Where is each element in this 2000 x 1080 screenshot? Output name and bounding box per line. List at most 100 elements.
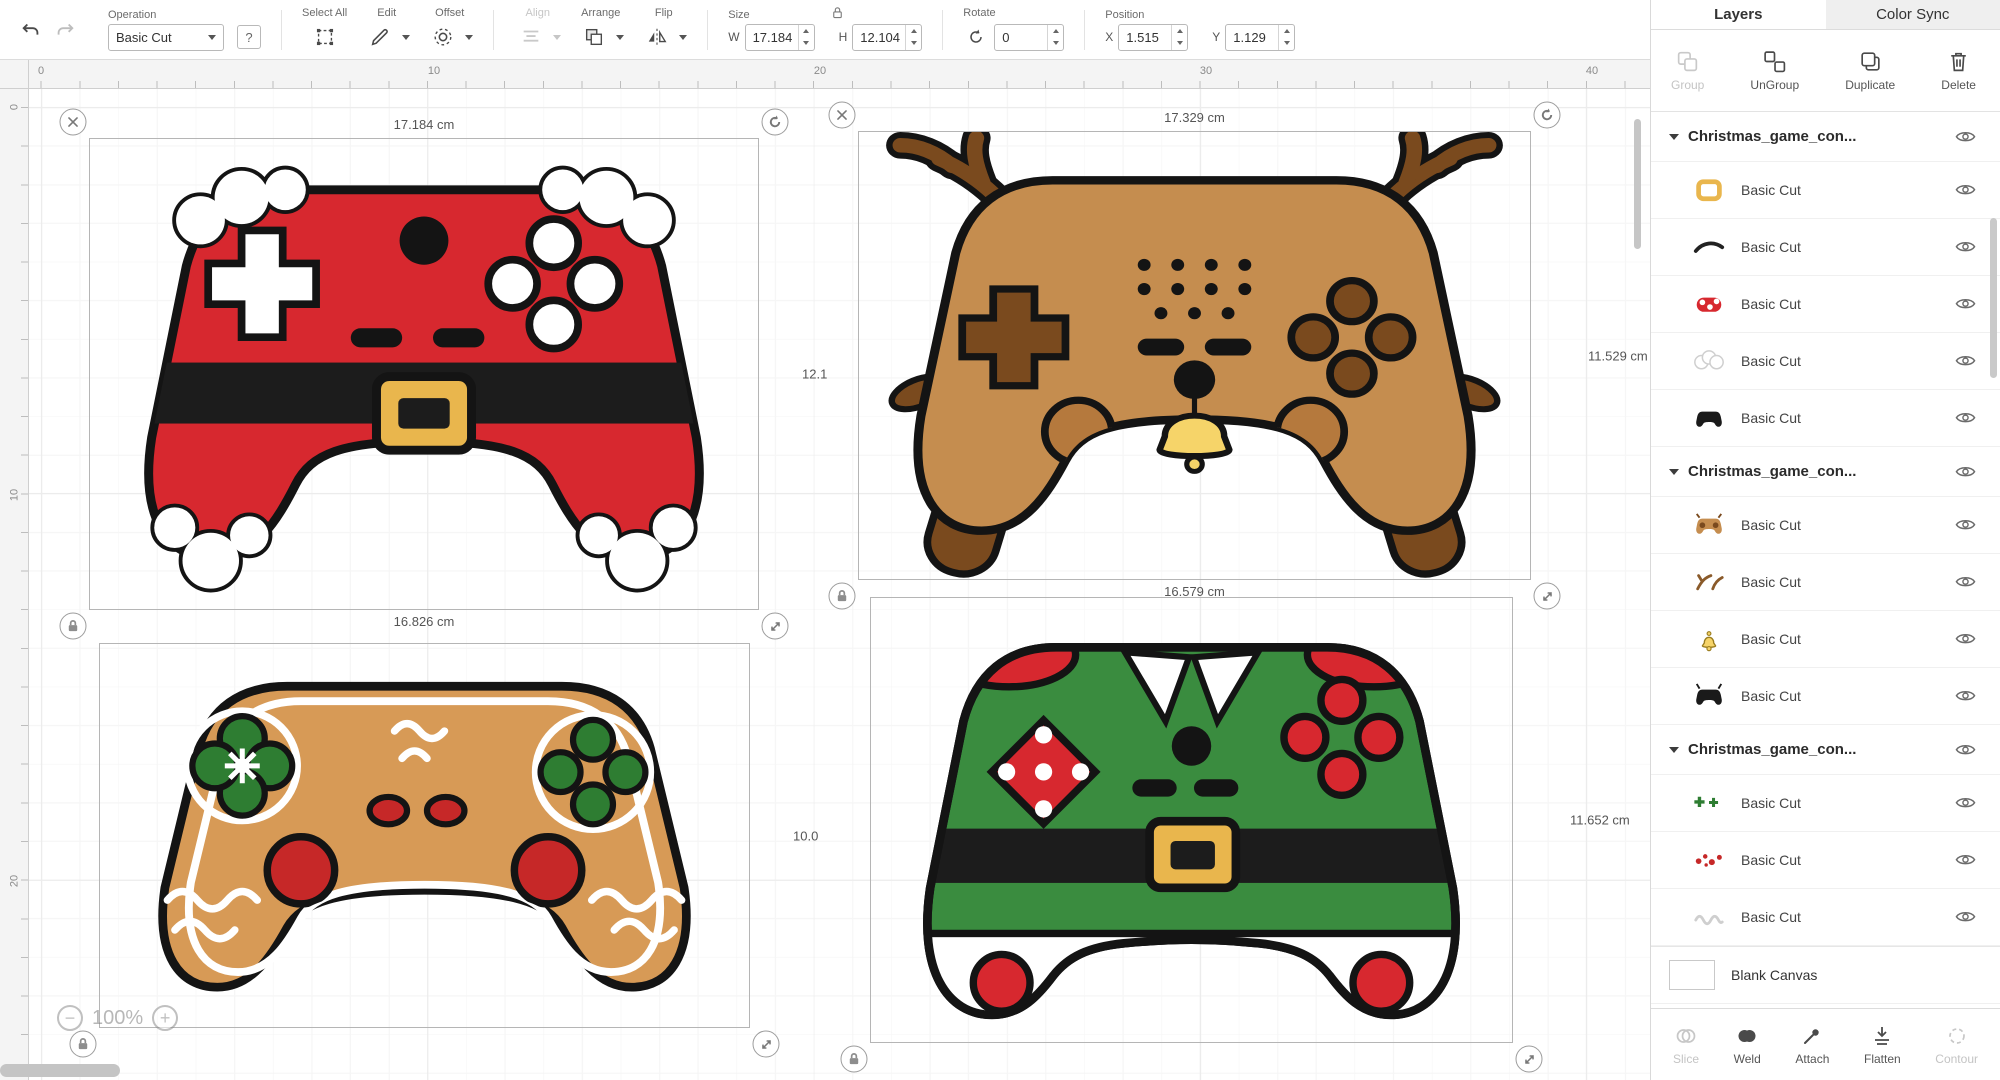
- flip-button[interactable]: [640, 22, 674, 52]
- design-canvas[interactable]: 17.184 cm 12.1 16.826 cm 17.329 cm 11.52…: [29, 89, 1650, 1080]
- layer-row[interactable]: Basic Cut: [1651, 554, 2000, 611]
- chevron-down-icon[interactable]: [402, 34, 411, 40]
- visibility-eye-icon[interactable]: [1955, 354, 1976, 367]
- resize-handle[interactable]: [761, 612, 789, 640]
- offset-button[interactable]: [426, 22, 460, 52]
- selection-box-santa[interactable]: 17.184 cm 12.1 16.826 cm: [59, 108, 827, 640]
- delete-button[interactable]: Delete: [1941, 49, 1976, 92]
- layer-group-header[interactable]: Christmas_game_con...: [1651, 447, 2000, 497]
- layer-row[interactable]: Basic Cut: [1651, 832, 2000, 889]
- canvas-vertical-scrollbar[interactable]: [1634, 119, 1641, 249]
- layer-row[interactable]: Basic Cut: [1651, 219, 2000, 276]
- visibility-eye-icon[interactable]: [1955, 910, 1976, 923]
- layer-row[interactable]: Basic Cut: [1651, 333, 2000, 390]
- layer-row[interactable]: Basic Cut: [1651, 611, 2000, 668]
- visibility-eye-icon[interactable]: [1955, 297, 1976, 310]
- layer-row[interactable]: Basic Cut: [1651, 775, 2000, 832]
- x-stepper[interactable]: [1171, 24, 1187, 50]
- visibility-eye-icon[interactable]: [1955, 743, 1976, 756]
- flatten-button[interactable]: Flatten: [1864, 1024, 1901, 1066]
- arrange-button[interactable]: [577, 22, 611, 52]
- chevron-down-icon[interactable]: [616, 34, 625, 40]
- delete-handle[interactable]: [828, 101, 856, 129]
- height-stepper[interactable]: [905, 24, 921, 50]
- resize-handle[interactable]: [752, 1030, 780, 1058]
- weld-button[interactable]: Weld: [1734, 1024, 1761, 1066]
- rotate-stepper[interactable]: [1047, 24, 1063, 50]
- width-stepper[interactable]: [797, 24, 814, 50]
- rotate-handle[interactable]: [1533, 101, 1561, 129]
- layer-thumbnail-antlers: [1691, 568, 1727, 596]
- y-input[interactable]: [1226, 24, 1279, 50]
- visibility-eye-icon[interactable]: [1955, 796, 1976, 809]
- rotate-label: Rotate: [963, 7, 996, 19]
- tab-color-sync[interactable]: Color Sync: [1825, 0, 2000, 29]
- edit-button[interactable]: [363, 22, 397, 52]
- layer-label: Basic Cut: [1741, 631, 1801, 647]
- lock-handle[interactable]: [828, 582, 856, 610]
- attach-button[interactable]: Attach: [1795, 1024, 1829, 1066]
- chevron-down-icon[interactable]: [1669, 468, 1679, 475]
- panel-scrollbar[interactable]: [1990, 218, 1997, 378]
- selection-box-elf[interactable]: 11.652 cm: [840, 597, 1630, 1073]
- help-button[interactable]: ?: [237, 25, 261, 49]
- resize-handle[interactable]: [1533, 582, 1561, 610]
- chevron-down-icon[interactable]: [1669, 746, 1679, 753]
- layer-row[interactable]: Basic Cut: [1651, 276, 2000, 333]
- visibility-eye-icon[interactable]: [1955, 183, 1976, 196]
- selection-box-reindeer[interactable]: 17.329 cm 11.529 cm 16.579 cm: [828, 101, 1648, 610]
- width-input[interactable]: [745, 24, 798, 50]
- rotate-input[interactable]: [995, 24, 1048, 50]
- height-input[interactable]: [853, 24, 906, 50]
- chevron-down-icon[interactable]: [465, 34, 474, 40]
- layer-thumbnail-reindeer-body: [1691, 511, 1727, 539]
- lock-handle[interactable]: [59, 612, 87, 640]
- selection-box-gingerbread[interactable]: 10.0: [69, 643, 818, 1058]
- tab-layers[interactable]: Layers: [1651, 0, 1826, 29]
- visibility-eye-icon[interactable]: [1955, 130, 1976, 143]
- visibility-eye-icon[interactable]: [1955, 465, 1976, 478]
- chevron-down-icon[interactable]: [679, 34, 688, 40]
- visibility-eye-icon[interactable]: [1955, 689, 1976, 702]
- dim-label-height: 11.652 cm: [1570, 812, 1630, 828]
- undo-button[interactable]: [14, 15, 48, 45]
- size-link-lock-icon[interactable]: [830, 5, 845, 25]
- layer-group-header[interactable]: Christmas_game_con...: [1651, 112, 2000, 162]
- select-all-button[interactable]: [308, 22, 342, 52]
- visibility-eye-icon[interactable]: [1955, 575, 1976, 588]
- ungroup-button[interactable]: UnGroup: [1750, 49, 1799, 92]
- canvas-color-swatch[interactable]: [1669, 960, 1715, 990]
- resize-handle[interactable]: [1515, 1045, 1543, 1073]
- contour-icon: [1948, 1027, 1965, 1044]
- lock-handle[interactable]: [69, 1030, 97, 1058]
- layer-row[interactable]: Basic Cut: [1651, 889, 2000, 946]
- visibility-eye-icon[interactable]: [1955, 411, 1976, 424]
- layer-group-header[interactable]: Christmas_game_con...: [1651, 725, 2000, 775]
- rotate-handle[interactable]: [761, 108, 789, 136]
- visibility-eye-icon[interactable]: [1955, 632, 1976, 645]
- gingerbread-controller-art[interactable]: [100, 644, 749, 1027]
- y-stepper[interactable]: [1278, 24, 1294, 50]
- canvas-horizontal-scrollbar[interactable]: [0, 1064, 120, 1077]
- layer-row[interactable]: Basic Cut: [1651, 390, 2000, 447]
- santa-controller-art[interactable]: [90, 139, 758, 609]
- duplicate-button[interactable]: Duplicate: [1845, 49, 1895, 92]
- chevron-down-icon[interactable]: [1669, 133, 1679, 140]
- visibility-eye-icon[interactable]: [1955, 853, 1976, 866]
- reindeer-controller-art[interactable]: [859, 132, 1530, 579]
- rotate-button[interactable]: [963, 22, 989, 52]
- delete-handle[interactable]: [59, 108, 87, 136]
- redo-button[interactable]: [48, 15, 82, 45]
- layer-row[interactable]: Basic Cut: [1651, 497, 2000, 554]
- zoom-out-button[interactable]: −: [57, 1005, 83, 1031]
- layer-row[interactable]: Basic Cut: [1651, 668, 2000, 725]
- visibility-eye-icon[interactable]: [1955, 518, 1976, 531]
- layer-row[interactable]: Basic Cut: [1651, 162, 2000, 219]
- visibility-eye-icon[interactable]: [1955, 240, 1976, 253]
- lock-handle[interactable]: [840, 1045, 868, 1073]
- operation-dropdown[interactable]: Basic Cut: [108, 23, 224, 51]
- blank-canvas-row[interactable]: Blank Canvas: [1651, 946, 2000, 1004]
- x-input[interactable]: [1119, 24, 1172, 50]
- zoom-in-button[interactable]: +: [152, 1005, 179, 1031]
- elf-controller-art[interactable]: [871, 598, 1512, 1042]
